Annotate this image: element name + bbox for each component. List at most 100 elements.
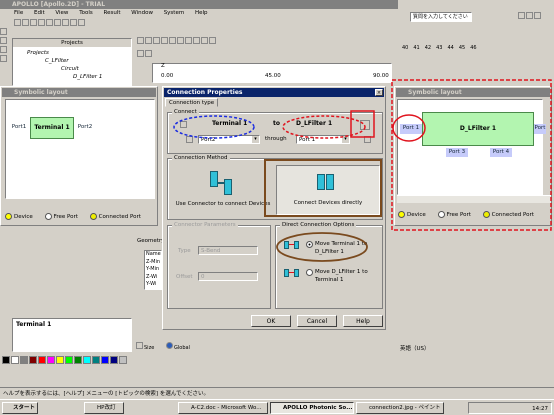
option-move-filter[interactable]: Move D_LFilter 1 to Terminal 1	[306, 268, 380, 288]
help-search-input[interactable]: 質問を入力してください	[410, 12, 472, 22]
color-swatch[interactable]	[2, 356, 10, 364]
port-label[interactable]: Port 2	[534, 124, 546, 134]
zoom-in-icon[interactable]	[137, 37, 144, 44]
projects-header: Projects	[13, 39, 131, 47]
zoom-out-icon[interactable]	[145, 37, 152, 44]
taskbar-item-paint[interactable]: connection2.jpg - ペイント	[356, 402, 444, 414]
check-icon[interactable]	[186, 136, 193, 143]
pin-icon[interactable]	[180, 121, 187, 128]
close-icon[interactable]	[534, 12, 541, 19]
port-label[interactable]: Port2	[74, 123, 96, 133]
color-swatch[interactable]	[74, 356, 82, 364]
port-label[interactable]: Port 3	[446, 148, 468, 157]
grid-icon[interactable]	[185, 37, 192, 44]
color-swatch[interactable]	[11, 356, 19, 364]
menu-help[interactable]: Help	[195, 10, 208, 16]
terminal-block[interactable]: Terminal 1	[30, 117, 74, 139]
tree-item[interactable]: D_LFilter 1	[73, 74, 102, 80]
menu-edit[interactable]: Edit	[34, 10, 45, 16]
help-button[interactable]: Help	[343, 315, 383, 327]
taskbar-item-word[interactable]: A-C2.doc - Microsoft Wo...	[178, 402, 268, 414]
to-port-select[interactable]: Port 1 ▾	[296, 135, 350, 144]
help-icon[interactable]	[78, 19, 85, 26]
from-port-select[interactable]: Port2 ▾	[198, 135, 260, 144]
pan-icon[interactable]	[161, 37, 168, 44]
color-swatch[interactable]	[110, 356, 118, 364]
connector-method-option[interactable]: Use Connector to connect Devices	[174, 165, 272, 215]
measure-icon[interactable]	[201, 37, 208, 44]
number-cell: 45	[458, 45, 466, 51]
cancel-button[interactable]: Cancel	[297, 315, 337, 327]
port-label[interactable]: Port 4	[490, 148, 512, 157]
port-label[interactable]: Port1	[8, 123, 30, 133]
radio-icon[interactable]	[306, 269, 313, 276]
legend-connected-port: Connected Port	[491, 212, 534, 218]
color-swatch[interactable]	[29, 356, 37, 364]
menu-tools[interactable]: Tools	[79, 10, 93, 16]
copy-icon[interactable]	[46, 19, 53, 26]
menu-system[interactable]: System	[164, 10, 185, 16]
minimize-icon[interactable]	[518, 12, 525, 19]
arrow-icon[interactable]	[137, 50, 144, 57]
layer-icon[interactable]	[193, 37, 200, 44]
maximize-icon[interactable]	[526, 12, 533, 19]
taskbar-item-hp[interactable]: HP改訂	[84, 402, 124, 414]
check-icon[interactable]	[364, 136, 371, 143]
menu-file[interactable]: File	[14, 10, 23, 16]
ime-lang[interactable]: 英語（US）	[400, 344, 430, 352]
menu-result[interactable]: Result	[104, 10, 121, 16]
radio-selected-icon[interactable]	[306, 241, 313, 248]
pin-icon[interactable]	[360, 120, 370, 130]
filter-block[interactable]: D_LFilter 1	[422, 112, 534, 146]
new-icon[interactable]	[14, 19, 21, 26]
color-swatch[interactable]	[83, 356, 91, 364]
type-select[interactable]: S-Bend	[198, 246, 258, 255]
tool-icon[interactable]	[0, 37, 7, 44]
menu-view[interactable]: View	[55, 10, 68, 16]
ok-button[interactable]: OK	[251, 315, 291, 327]
legend-dot-icon	[5, 213, 12, 220]
dialog-close-icon[interactable]: ×	[375, 89, 383, 96]
tab-global[interactable]: Global	[166, 342, 206, 351]
tool-icon[interactable]	[0, 55, 7, 62]
cut-icon[interactable]	[38, 19, 45, 26]
color-swatch[interactable]	[65, 356, 73, 364]
option-move-terminal[interactable]: Move Terminal 1 to D_LFilter 1	[306, 240, 380, 260]
rotate-icon[interactable]	[177, 37, 184, 44]
tree-item[interactable]: C_LFilter	[45, 58, 69, 64]
color-swatch[interactable]	[56, 356, 64, 364]
color-swatch[interactable]	[38, 356, 46, 364]
menu-window[interactable]: Window	[131, 10, 153, 16]
color-swatch[interactable]	[119, 356, 127, 364]
color-swatch[interactable]	[101, 356, 109, 364]
view-toolbar	[137, 37, 267, 46]
open-icon[interactable]	[22, 19, 29, 26]
chevron-down-icon[interactable]: ▾	[252, 136, 259, 143]
save-icon[interactable]	[30, 19, 37, 26]
color-swatch[interactable]	[92, 356, 100, 364]
right-layout-scrollbar[interactable]	[397, 195, 551, 203]
tab-size[interactable]: Size	[136, 342, 164, 351]
undo-icon[interactable]	[62, 19, 69, 26]
chevron-down-icon[interactable]: ▾	[342, 136, 349, 143]
offset-field[interactable]: 0	[198, 272, 258, 281]
taskbar-item-apollo[interactable]: APOLLO Photonic So...	[270, 402, 354, 414]
color-swatch[interactable]	[47, 356, 55, 364]
port-label[interactable]: Port 1	[400, 124, 422, 134]
redo-icon[interactable]	[70, 19, 77, 26]
tool-icon[interactable]	[0, 28, 7, 35]
run-icon[interactable]	[209, 37, 216, 44]
start-label: スタート	[13, 405, 36, 411]
zoom-fit-icon[interactable]	[153, 37, 160, 44]
select-icon[interactable]	[169, 37, 176, 44]
direct-method-option[interactable]: Connect Devices directly	[276, 165, 380, 215]
dialog-tab[interactable]: Connection type	[165, 98, 219, 107]
stop-icon[interactable]	[145, 50, 152, 57]
start-button[interactable]: スタート	[2, 402, 38, 414]
paste-icon[interactable]	[54, 19, 61, 26]
tree-item[interactable]: Circuit	[61, 66, 79, 72]
offset-label: Offset	[176, 274, 193, 280]
color-swatch[interactable]	[20, 356, 28, 364]
tree-item[interactable]: Projects	[27, 50, 49, 56]
tool-icon[interactable]	[0, 46, 7, 53]
